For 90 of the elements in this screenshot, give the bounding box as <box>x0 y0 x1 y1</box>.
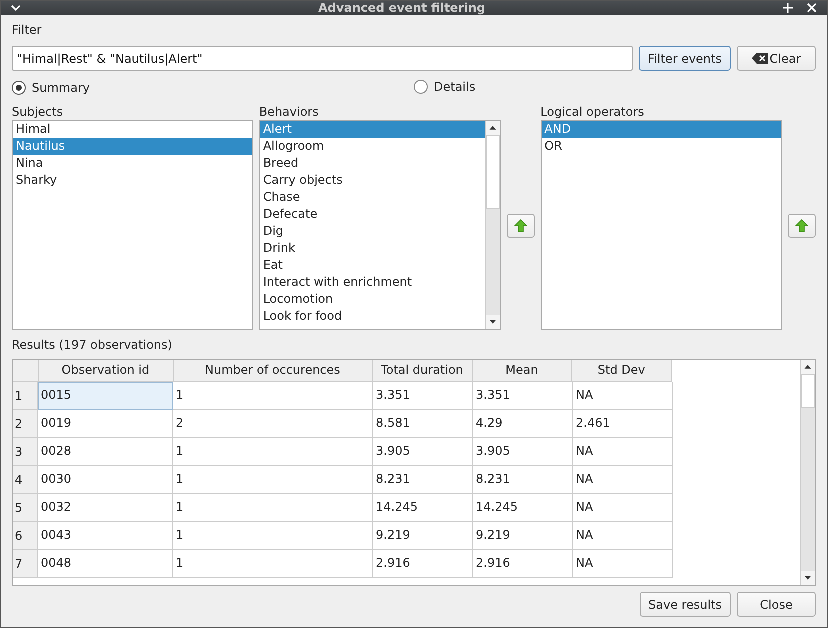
filter-label: Filter <box>12 23 43 39</box>
list-label: Logical operators <box>540 105 646 121</box>
column-header[interactable]: Mean <box>472 360 572 382</box>
clear-button[interactable]: Clear <box>737 46 816 71</box>
table-cell[interactable]: 3.351 <box>373 382 473 410</box>
table-cell[interactable]: NA <box>573 522 673 550</box>
table-cell[interactable]: 1 <box>173 438 373 466</box>
table-cell[interactable]: 1 <box>173 550 373 578</box>
table-cell[interactable]: 1 <box>173 494 373 522</box>
dialog-button[interactable]: Save results <box>640 592 731 617</box>
list-item[interactable]: Nina <box>13 155 252 172</box>
close-icon[interactable] <box>807 3 817 13</box>
table-cell[interactable]: 8.231 <box>473 466 573 494</box>
table-cell[interactable]: NA <box>573 438 673 466</box>
table-cell[interactable]: NA <box>573 550 673 578</box>
list-item[interactable]: Alert <box>260 121 485 138</box>
table-cell[interactable]: 3.905 <box>373 438 473 466</box>
column-header[interactable]: Std Dev <box>572 360 672 382</box>
table-cell[interactable]: 1 <box>173 466 373 494</box>
list-item[interactable]: Carry objects <box>260 172 485 189</box>
table-cell[interactable]: 8.231 <box>373 466 473 494</box>
table-cell[interactable]: 0028 <box>38 438 173 466</box>
table-cell[interactable]: 3.905 <box>473 438 573 466</box>
chevron-down-icon[interactable] <box>11 5 21 11</box>
table-cell[interactable]: 9.219 <box>473 522 573 550</box>
add-up-button[interactable] <box>788 214 816 238</box>
list-item[interactable]: Breed <box>260 155 485 172</box>
table-cell[interactable]: 0043 <box>38 522 173 550</box>
table-cell[interactable]: 0030 <box>38 466 173 494</box>
list-item[interactable]: OR <box>542 138 781 155</box>
list-item[interactable]: Allogroom <box>260 138 485 155</box>
list-item[interactable]: Sharky <box>13 172 252 189</box>
list-item[interactable]: AND <box>542 121 781 138</box>
dialog-button[interactable]: Close <box>737 592 816 617</box>
table-cell[interactable]: 1 <box>173 522 373 550</box>
table-cell[interactable]: 14.245 <box>473 494 573 522</box>
add-up-button[interactable] <box>506 214 535 238</box>
radio-indicator[interactable] <box>12 81 26 95</box>
list-item[interactable]: Eat <box>260 257 485 274</box>
table-cell[interactable]: 2.916 <box>473 550 573 578</box>
backspace-icon <box>752 53 768 64</box>
window-title: Advanced event filtering <box>318 1 486 15</box>
results-label: Results (197 observations) <box>12 338 174 354</box>
arrow-up-icon <box>794 219 809 233</box>
row-header[interactable]: 7 <box>13 550 38 578</box>
row-header[interactable]: 1 <box>13 382 38 410</box>
list-item[interactable]: Interact with enrichment <box>260 274 485 291</box>
list-item[interactable]: Defecate <box>260 206 485 223</box>
filter-events-button[interactable]: Filter events <box>639 46 731 71</box>
table-cell[interactable]: 2 <box>173 410 373 438</box>
table-cell[interactable]: NA <box>573 494 673 522</box>
scroll-thumb[interactable] <box>801 374 815 408</box>
filter-input-field[interactable]: "Himal|Rest" & "Nautilus|Alert" <box>12 46 634 71</box>
list-item[interactable]: Drink <box>260 240 485 257</box>
arrow-up-icon <box>514 219 528 233</box>
table-cell[interactable]: 8.581 <box>373 410 473 438</box>
row-header[interactable]: 3 <box>13 438 38 466</box>
table-cell[interactable]: 3.351 <box>473 382 573 410</box>
list-item[interactable]: Dig <box>260 223 485 240</box>
list-item[interactable]: Himal <box>13 121 252 138</box>
scroll-thumb[interactable] <box>486 135 500 209</box>
scrollbar[interactable] <box>800 360 815 585</box>
table-cell[interactable]: 0015 <box>38 382 173 410</box>
row-header[interactable]: 4 <box>13 466 38 494</box>
list-label: Subjects <box>12 105 64 121</box>
table-cell[interactable]: 4.29 <box>473 410 573 438</box>
row-header[interactable]: 6 <box>13 522 38 550</box>
table-cell[interactable]: 0019 <box>38 410 173 438</box>
list-item[interactable]: Locomotion <box>260 291 485 308</box>
table-cell[interactable]: 2.461 <box>573 410 673 438</box>
list-item[interactable]: Nautilus <box>13 138 252 155</box>
column-header[interactable]: Total duration <box>372 360 473 382</box>
list-label: Behaviors <box>259 105 320 121</box>
table-cell[interactable]: NA <box>573 466 673 494</box>
column-header[interactable]: Number of occurences <box>174 360 373 382</box>
mode-radio[interactable]: Summary <box>12 81 90 95</box>
row-header[interactable]: 2 <box>13 410 38 438</box>
mode-radio[interactable]: Details <box>414 80 476 94</box>
table-cell[interactable]: 0032 <box>38 494 173 522</box>
table-cell[interactable]: 1 <box>173 382 373 410</box>
scrollbar[interactable] <box>484 121 500 329</box>
table-cell[interactable]: 9.219 <box>373 522 473 550</box>
table-cell[interactable]: 2.916 <box>373 550 473 578</box>
table-cell[interactable]: NA <box>573 382 673 410</box>
table-cell[interactable]: 0048 <box>38 550 173 578</box>
radio-indicator[interactable] <box>414 80 428 94</box>
list-item[interactable]: Chase <box>260 189 485 206</box>
table-cell[interactable]: 14.245 <box>373 494 473 522</box>
list-item[interactable]: Look for food <box>260 308 485 325</box>
row-header[interactable]: 5 <box>13 494 38 522</box>
